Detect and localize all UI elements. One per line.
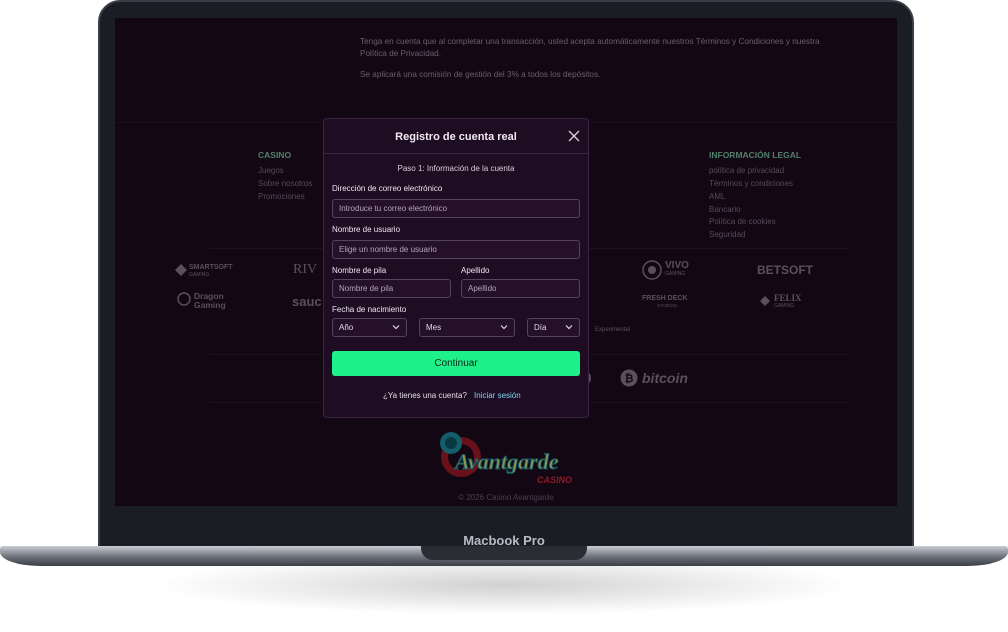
username-label: Nombre de usuario <box>332 225 401 234</box>
registration-modal: Registro de cuenta real Paso 1: Informac… <box>323 118 589 418</box>
laptop-screen: Tenga en cuenta que al completar una tra… <box>115 18 897 506</box>
chevron-down-icon <box>500 325 508 330</box>
login-question: ¿Ya tienes una cuenta? <box>383 391 467 400</box>
continue-button[interactable]: Continuar <box>332 351 580 376</box>
year-select[interactable]: Año <box>332 318 407 337</box>
email-label: Dirección de correo electrónico <box>332 184 443 193</box>
login-link[interactable]: Iniciar sesión <box>474 391 521 400</box>
month-select-value: Mes <box>426 323 442 332</box>
step-indicator: Paso 1: Información de la cuenta <box>397 164 515 173</box>
day-select[interactable]: Día <box>527 318 580 337</box>
chevron-down-icon <box>392 325 400 330</box>
day-select-value: Día <box>534 323 547 332</box>
lastname-label: Apellido <box>461 266 490 275</box>
laptop-brand-label: Macbook Pro <box>463 533 545 548</box>
firstname-field[interactable]: Nombre de pila <box>332 279 451 298</box>
email-field[interactable]: Introduce tu correo electrónico <box>332 199 580 218</box>
modal-header-divider <box>324 153 588 154</box>
username-field[interactable]: Elige un nombre de usuario <box>332 240 580 259</box>
year-select-value: Año <box>339 323 354 332</box>
modal-title: Registro de cuenta real <box>395 131 517 143</box>
close-icon[interactable] <box>566 128 582 144</box>
chevron-down-icon <box>565 325 573 330</box>
laptop-notch <box>421 546 587 560</box>
lastname-field[interactable]: Apellido <box>461 279 580 298</box>
dob-label: Fecha de nacimiento <box>332 305 407 314</box>
month-select[interactable]: Mes <box>419 318 515 337</box>
firstname-label: Nombre de pila <box>332 266 387 275</box>
